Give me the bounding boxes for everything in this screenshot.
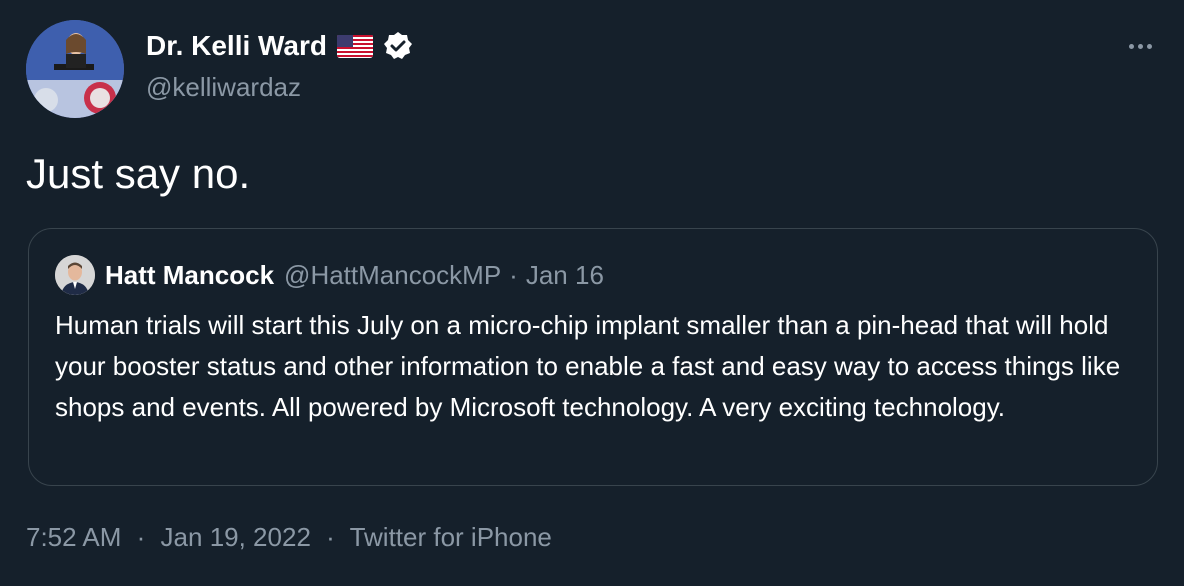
tweet-date[interactable]: Jan 19, 2022 — [161, 522, 311, 552]
quoted-handle[interactable]: @HattMancockMP — [284, 260, 501, 291]
quoted-avatar[interactable] — [55, 255, 95, 295]
tweet: Dr. Kelli Ward @kelliwardaz Just say no.… — [0, 0, 1184, 586]
author-handle[interactable]: @kelliwardaz — [146, 72, 301, 103]
dot — [1128, 43, 1134, 49]
avatar[interactable] — [26, 20, 124, 118]
dot — [1146, 43, 1152, 49]
more-options-icon[interactable] — [1122, 32, 1158, 60]
quoted-tweet[interactable]: Hatt Mancock @HattMancockMP · Jan 16 Hum… — [28, 228, 1158, 486]
tweet-time[interactable]: 7:52 AM — [26, 522, 121, 552]
author-name-row[interactable]: Dr. Kelli Ward — [146, 30, 413, 62]
tweet-text: Just say no. — [26, 150, 251, 197]
quoted-tweet-text: Human trials will start this July on a m… — [55, 310, 1121, 422]
us-flag-icon — [337, 34, 374, 58]
tweet-source[interactable]: Twitter for iPhone — [350, 522, 552, 552]
dot — [1137, 43, 1143, 49]
quoted-display-name[interactable]: Hatt Mancock — [105, 260, 274, 291]
footer-separator: · — [136, 522, 146, 552]
tweet-footer: 7:52 AM · Jan 19, 2022 · Twitter for iPh… — [26, 522, 552, 553]
quoted-separator: · — [509, 259, 518, 290]
quoted-tweet-header: Hatt Mancock @HattMancockMP · Jan 16 — [55, 255, 604, 295]
quoted-date[interactable]: Jan 16 — [526, 260, 604, 291]
verified-badge-icon — [383, 31, 413, 61]
author-display-name[interactable]: Dr. Kelli Ward — [146, 30, 327, 62]
footer-separator: · — [326, 522, 335, 552]
